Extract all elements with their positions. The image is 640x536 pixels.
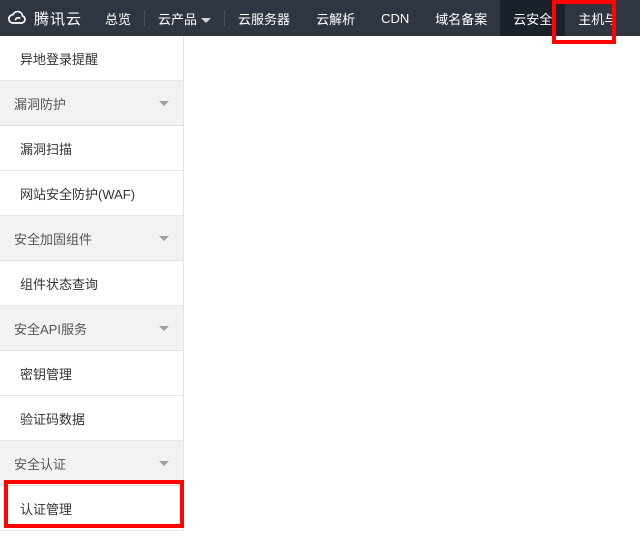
sidebar-item-component-status[interactable]: 组件状态查询 <box>0 261 183 306</box>
chevron-down-icon <box>159 461 169 466</box>
chevron-down-icon <box>159 101 169 106</box>
sidebar-group-label: 漏洞防护 <box>14 94 66 113</box>
cloud-icon <box>8 8 28 28</box>
sidebar-item-vuln-scan[interactable]: 漏洞扫描 <box>0 126 183 171</box>
sidebar-group-vuln[interactable]: 漏洞防护 <box>0 81 183 126</box>
sidebar-group-label: 安全API服务 <box>14 319 87 338</box>
nav-security[interactable]: 云安全 <box>500 0 565 36</box>
brand-logo[interactable]: 腾讯云 <box>0 0 92 36</box>
sidebar-group-harden[interactable]: 安全加固组件 <box>0 216 183 261</box>
sidebar-item-label: 异地登录提醒 <box>20 49 98 68</box>
nav-host[interactable]: 主机与 <box>565 0 617 36</box>
sidebar-item-captcha[interactable]: 验证码数据 <box>0 396 183 441</box>
sidebar-item-label: 认证管理 <box>20 499 72 518</box>
sidebar-item-label: 密钥管理 <box>20 364 72 383</box>
brand-text: 腾讯云 <box>34 8 82 29</box>
nav-dns[interactable]: 云解析 <box>303 0 368 36</box>
chevron-down-icon <box>159 236 169 241</box>
nav-products[interactable]: 云产品 <box>145 0 224 36</box>
sidebar-item-remote-login[interactable]: 异地登录提醒 <box>0 36 183 81</box>
nav-cvm[interactable]: 云服务器 <box>225 0 303 36</box>
sidebar-group-label: 安全加固组件 <box>14 229 92 248</box>
top-nav: 腾讯云 总览 云产品 云服务器 云解析 CDN 域名备案 云安全 主机与 <box>0 0 640 36</box>
nav-beian[interactable]: 域名备案 <box>422 0 500 36</box>
nav-overview[interactable]: 总览 <box>92 0 144 36</box>
sidebar-item-label: 验证码数据 <box>20 409 85 428</box>
chevron-down-icon <box>159 326 169 331</box>
sidebar-group-auth[interactable]: 安全认证 <box>0 441 183 486</box>
sidebar-item-cert-mgmt[interactable]: 认证管理 <box>0 486 183 531</box>
sidebar-item-label: 网站安全防护(WAF) <box>20 184 135 203</box>
nav-items: 总览 云产品 云服务器 云解析 CDN 域名备案 云安全 主机与 <box>92 0 617 36</box>
sidebar-group-label: 安全认证 <box>14 454 66 473</box>
nav-cdn[interactable]: CDN <box>368 0 422 36</box>
sidebar-item-waf[interactable]: 网站安全防护(WAF) <box>0 171 183 216</box>
sidebar: 异地登录提醒 漏洞防护 漏洞扫描 网站安全防护(WAF) 安全加固组件 组件状态… <box>0 36 184 531</box>
sidebar-item-label: 组件状态查询 <box>20 274 98 293</box>
chevron-down-icon <box>201 11 211 26</box>
sidebar-item-key-mgmt[interactable]: 密钥管理 <box>0 351 183 396</box>
sidebar-item-label: 漏洞扫描 <box>20 139 72 158</box>
sidebar-group-api[interactable]: 安全API服务 <box>0 306 183 351</box>
